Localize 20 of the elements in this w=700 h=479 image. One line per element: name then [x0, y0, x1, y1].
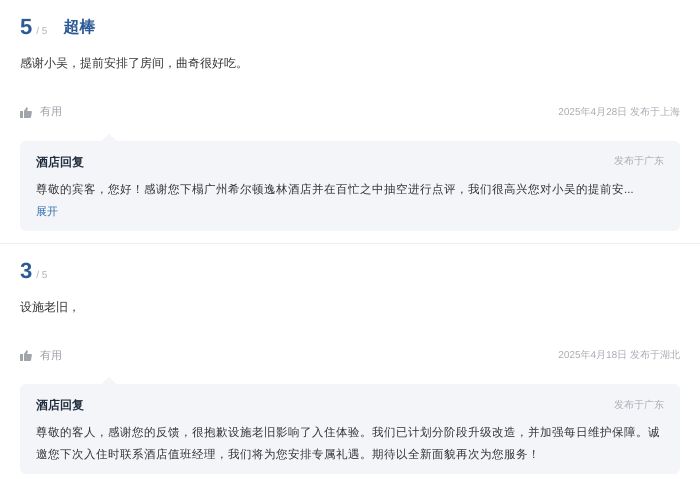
review-meta: 2025年4月28日 发布于上海 — [558, 106, 680, 120]
thumbs-up-icon — [20, 350, 32, 362]
review-text: 设施老旧， — [20, 298, 81, 316]
reply-text: 尊敬的客人，感谢您的反馈，很抱歉设施老旧影响了入住体验。我们已计划分阶段升级改造，并加强每日维护保障。诚邀您下次入住时联系酒店值班经理，我们将为您安排专属礼遇。期待以全新面貌再次为您服务！ — [36, 425, 661, 463]
reply-location: 发布于广东 — [614, 154, 664, 169]
review-meta: 2025年4月18日 发布于湖北 — [558, 348, 680, 364]
reply-title: 酒店回复 — [36, 397, 84, 414]
reply-location: 发布于广东 — [614, 398, 664, 412]
score-max: / 5 — [36, 27, 48, 37]
thumbs-up-icon — [20, 106, 32, 118]
expand-link[interactable]: 展开 — [36, 200, 664, 222]
helpful-button[interactable]: 有用 — [20, 348, 62, 364]
reply-text: 尊敬的宾客，您好！感谢您下榻广州希尔顿逸林酒店并在百忙之中抽空进行点评，我们很高兴您对小吴的提前安... — [36, 182, 635, 198]
helpful-button[interactable]: 有用 — [20, 104, 62, 120]
score-max: / 5 — [36, 270, 48, 280]
score: 5 — [20, 16, 32, 38]
review-text: 感谢小吴，提前安排了房间，曲奇很好吃。 — [20, 55, 249, 72]
score: 3 — [20, 260, 32, 282]
rating-label: 超棒 — [63, 20, 96, 36]
reply-title: 酒店回复 — [36, 154, 84, 170]
